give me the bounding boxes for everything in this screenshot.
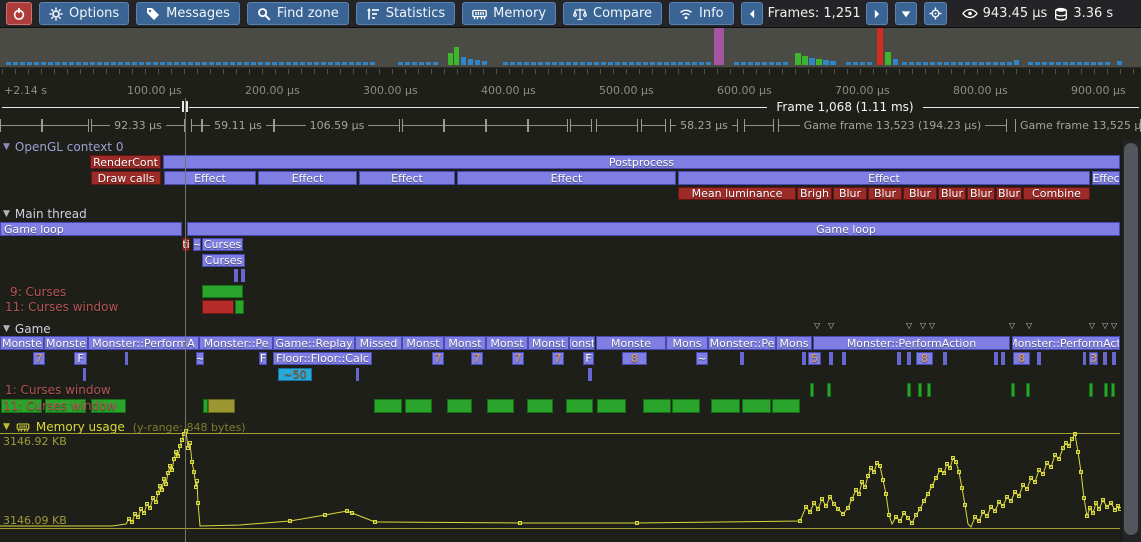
tracy-profiler-window: Options Messages Find zone Statistics Me… (0, 0, 1141, 542)
memory-usage-chart (0, 0, 1141, 542)
scrollbar-thumb[interactable] (1124, 143, 1138, 535)
timeline-division-line (185, 98, 186, 542)
